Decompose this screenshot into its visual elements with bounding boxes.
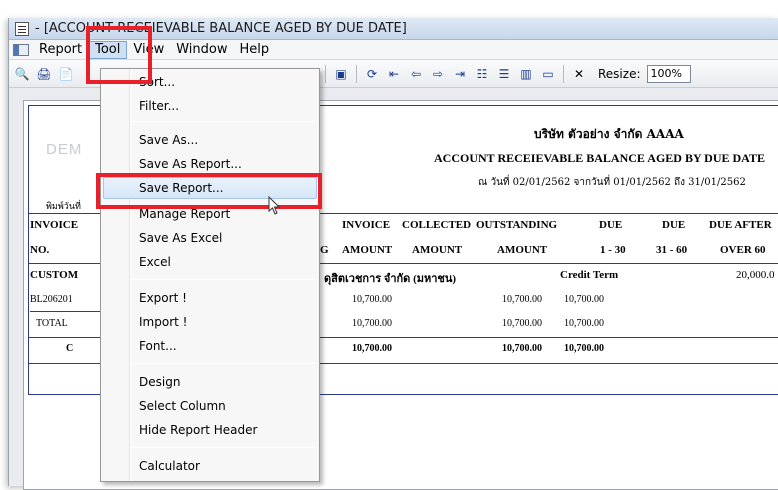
resize-label: Resize:	[598, 66, 641, 81]
credit-limit: 20,000.0	[736, 269, 775, 281]
header-due-1: DUE	[599, 219, 623, 231]
highlight-tool-menu	[86, 26, 152, 84]
header-invoice: INVOICE	[30, 219, 79, 231]
refresh-icon[interactable]: ⟳	[363, 65, 381, 83]
menu-import[interactable]: Import !	[103, 311, 317, 333]
list-icon[interactable]: ☷	[473, 65, 491, 83]
menu-separator	[133, 363, 315, 364]
grand-total-amount: 10,700.00	[352, 343, 392, 354]
menu-help[interactable]: Help	[234, 41, 276, 59]
menu-save-as-report[interactable]: Save As Report...	[103, 153, 317, 175]
report-subtitle: ณ วันที่ 02/01/2562 จากวันที่ 01/01/2562…	[478, 177, 746, 188]
menu-separator	[133, 279, 315, 280]
header-outstanding: OUTSTANDING	[476, 219, 558, 231]
last-page-icon[interactable]: ⇥	[451, 65, 469, 83]
header-no: NO.	[30, 244, 50, 256]
menu-report[interactable]: Report	[33, 41, 88, 59]
report-company: บริษัท ตัวอย่าง จำกัด AAAA	[534, 127, 684, 141]
detail-invoice: BL206201	[30, 294, 73, 305]
header-invoice-2: INVOICE	[342, 219, 391, 231]
toolbar-separator	[356, 64, 357, 83]
tool-dropdown-menu: Sort... Filter... Save As... Save As Rep…	[100, 68, 320, 482]
header-range-2: 31 - 60	[656, 244, 688, 256]
detail-amount: 10,700.00	[352, 294, 392, 305]
grand-total-outstanding: 10,700.00	[502, 343, 542, 354]
grand-total-label: C	[66, 343, 74, 354]
menu-hide-report-header[interactable]: Hide Report Header	[103, 419, 317, 441]
total-outstanding: 10,700.00	[502, 318, 542, 329]
toolbar-separator	[325, 64, 326, 83]
rows-icon[interactable]: ☰	[495, 65, 513, 83]
detail-outstanding: 10,700.00	[502, 294, 542, 305]
mdi-window-icon[interactable]	[13, 43, 29, 56]
document-icon	[15, 21, 29, 36]
menu-select-column[interactable]: Select Column	[103, 395, 317, 417]
total-label: TOTAL	[36, 318, 68, 329]
header-range-1: 1 - 30	[600, 244, 626, 256]
menu-save-as-excel[interactable]: Save As Excel	[103, 227, 317, 249]
report-title: ACCOUNT RECEIEVABLE BALANCE AGED BY DUE …	[434, 151, 765, 165]
highlight-save-report	[96, 173, 322, 209]
menu-separator	[133, 447, 315, 448]
menu-window[interactable]: Window	[170, 41, 233, 59]
printed-date-label: พิมพ์วันที่	[46, 202, 81, 212]
prev-page-icon[interactable]: ⇦	[407, 65, 425, 83]
grand-total-due-1: 10,700.00	[564, 343, 604, 354]
menu-excel[interactable]: Excel	[103, 251, 317, 273]
close-icon[interactable]: ✕	[570, 65, 588, 83]
header-g: G	[320, 244, 329, 256]
header-amount-2: AMOUNT	[412, 244, 463, 256]
header-due-2: DUE	[662, 219, 686, 231]
header-collected: COLLECTED	[402, 219, 472, 231]
menu-calculator[interactable]: Calculator	[103, 455, 317, 477]
header-due-after: DUE AFTER	[709, 219, 772, 231]
customer-name: ดุสิตเวชการ จำกัด (มหาชน)	[324, 273, 457, 285]
total-amount: 10,700.00	[352, 318, 392, 329]
window-icon[interactable]: ▭	[539, 65, 557, 83]
print-icon[interactable]: 🖨	[35, 65, 53, 83]
mouse-cursor-icon	[268, 196, 281, 215]
resize-input[interactable]: 100%	[646, 64, 691, 83]
watermark-text: DEM	[46, 141, 83, 158]
menu-save-as[interactable]: Save As...	[103, 129, 317, 151]
total-due-1: 10,700.00	[564, 318, 604, 329]
toolbar-separator	[563, 64, 564, 83]
calculator-icon[interactable]: ▣	[332, 65, 350, 83]
first-page-icon[interactable]: ⇤	[385, 65, 403, 83]
header-over-60: OVER 60	[720, 244, 766, 256]
menu-export[interactable]: Export !	[103, 287, 317, 309]
columns-icon[interactable]: ▥	[517, 65, 535, 83]
detail-due-1: 10,700.00	[564, 294, 604, 305]
header-amount-3: AMOUNT	[497, 244, 548, 256]
print-preview-icon[interactable]: 🔍	[13, 65, 31, 83]
menu-font[interactable]: Font...	[103, 335, 317, 357]
menu-separator	[133, 121, 315, 122]
customer-label: CUSTOM	[30, 269, 79, 281]
header-amount-1: AMOUNT	[342, 244, 393, 256]
export-icon[interactable]: 📄	[57, 65, 75, 83]
next-page-icon[interactable]: ⇨	[429, 65, 447, 83]
menu-design[interactable]: Design	[103, 371, 317, 393]
menu-filter[interactable]: Filter...	[103, 95, 317, 117]
credit-term-label: Credit Term	[560, 269, 619, 281]
